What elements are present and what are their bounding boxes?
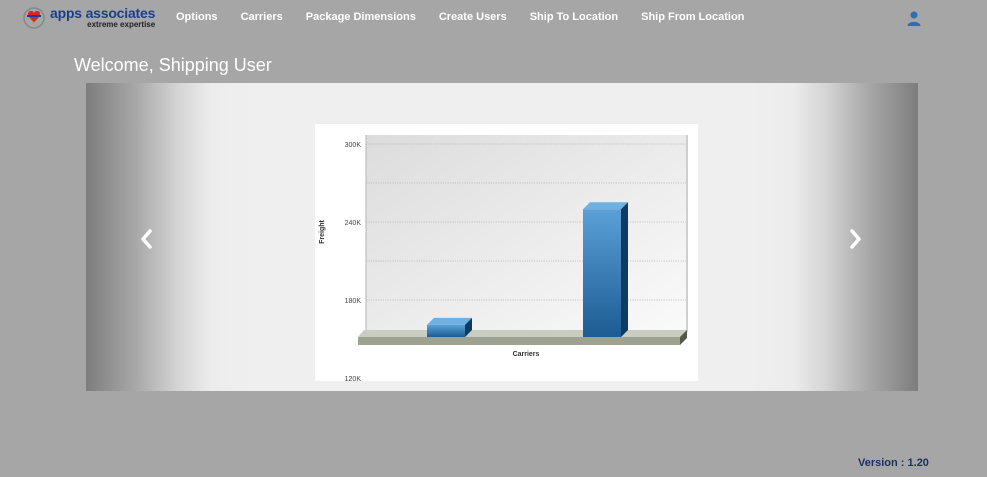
nav-item-ship-from-location[interactable]: Ship From Location <box>641 11 744 23</box>
brand-logo[interactable]: apps associates extreme expertise <box>22 4 162 30</box>
plot-background <box>366 135 687 332</box>
y-tick-label: 120K <box>345 376 362 381</box>
nav-item-ship-to-location[interactable]: Ship To Location <box>530 11 618 23</box>
dashboard-carousel: 300K 240K 180K 120K Freight Carriers <box>86 83 918 391</box>
chevron-right-icon[interactable] <box>848 228 864 250</box>
bar-front <box>583 209 621 337</box>
chart-floor <box>358 330 687 337</box>
brand-tagline: extreme expertise <box>87 19 156 29</box>
bar-top <box>583 202 628 210</box>
logo-heart-icon <box>23 7 45 29</box>
welcome-heading: Welcome, Shipping User <box>74 55 272 75</box>
user-icon[interactable] <box>906 10 922 26</box>
top-navbar: apps associates extreme expertise Option… <box>0 0 987 36</box>
y-axis-label: Freight <box>319 219 326 243</box>
bar-top <box>427 317 472 325</box>
x-axis-label: Carriers <box>513 351 540 358</box>
y-tick-label: 240K <box>345 220 362 227</box>
nav-item-package-dimensions[interactable]: Package Dimensions <box>306 11 416 23</box>
bar-front <box>427 324 465 337</box>
y-tick-labels: 300K 240K 180K 120K <box>345 142 362 381</box>
logo-text: apps associates extreme expertise <box>50 6 155 29</box>
bar[interactable] <box>427 317 472 337</box>
nav-item-carriers[interactable]: Carriers <box>241 11 283 23</box>
bar[interactable] <box>583 202 628 337</box>
freight-chart-panel: 300K 240K 180K 120K Freight Carriers <box>315 124 698 381</box>
nav-menu: Options Carriers Package Dimensions Crea… <box>176 11 767 23</box>
y-tick-label: 180K <box>345 298 362 305</box>
chevron-left-icon[interactable] <box>138 228 154 250</box>
brand-name: apps associates <box>50 4 156 21</box>
nav-item-options[interactable]: Options <box>176 11 218 23</box>
bar-side <box>621 202 628 337</box>
freight-bar-chart: 300K 240K 180K 120K Freight Carriers <box>319 135 688 381</box>
nav-item-create-users[interactable]: Create Users <box>439 11 507 23</box>
y-tick-label: 300K <box>345 142 362 149</box>
version-label: Version : 1.20 <box>858 457 929 469</box>
chart-floor-front <box>358 337 680 345</box>
